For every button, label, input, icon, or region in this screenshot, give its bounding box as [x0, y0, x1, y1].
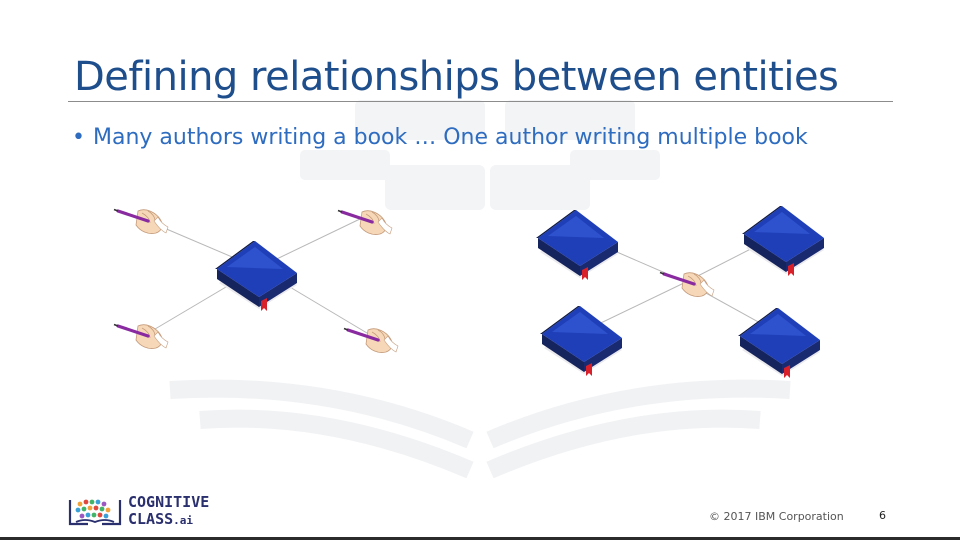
logo-line-1: COGNITIVE — [128, 493, 210, 511]
writing-hand-icon — [112, 207, 170, 236]
cognitive-class-logo-text: COGNITIVE CLASS.ai — [128, 494, 209, 529]
writing-hand-icon — [112, 322, 170, 351]
writing-hand-icon — [336, 208, 394, 237]
logo-suffix: .ai — [173, 514, 194, 527]
writing-hand-icon — [342, 326, 400, 355]
writing-hand-icon — [658, 270, 716, 299]
book-icon — [742, 206, 824, 276]
many-authors-one-book-diagram — [112, 207, 400, 355]
slide: Defining relationships between entities … — [0, 0, 960, 540]
book-icon — [738, 308, 820, 378]
copyright-notice: © 2017 IBM Corporation — [709, 510, 844, 523]
book-icon — [540, 306, 622, 376]
book-icon — [215, 241, 297, 311]
book-icon — [536, 210, 618, 280]
logo-class: CLASS — [128, 510, 174, 528]
page-number: 6 — [879, 509, 886, 522]
one-author-many-books-diagram — [536, 206, 824, 378]
logo-line-2: CLASS.ai — [128, 511, 209, 529]
relationship-diagrams — [112, 206, 824, 378]
